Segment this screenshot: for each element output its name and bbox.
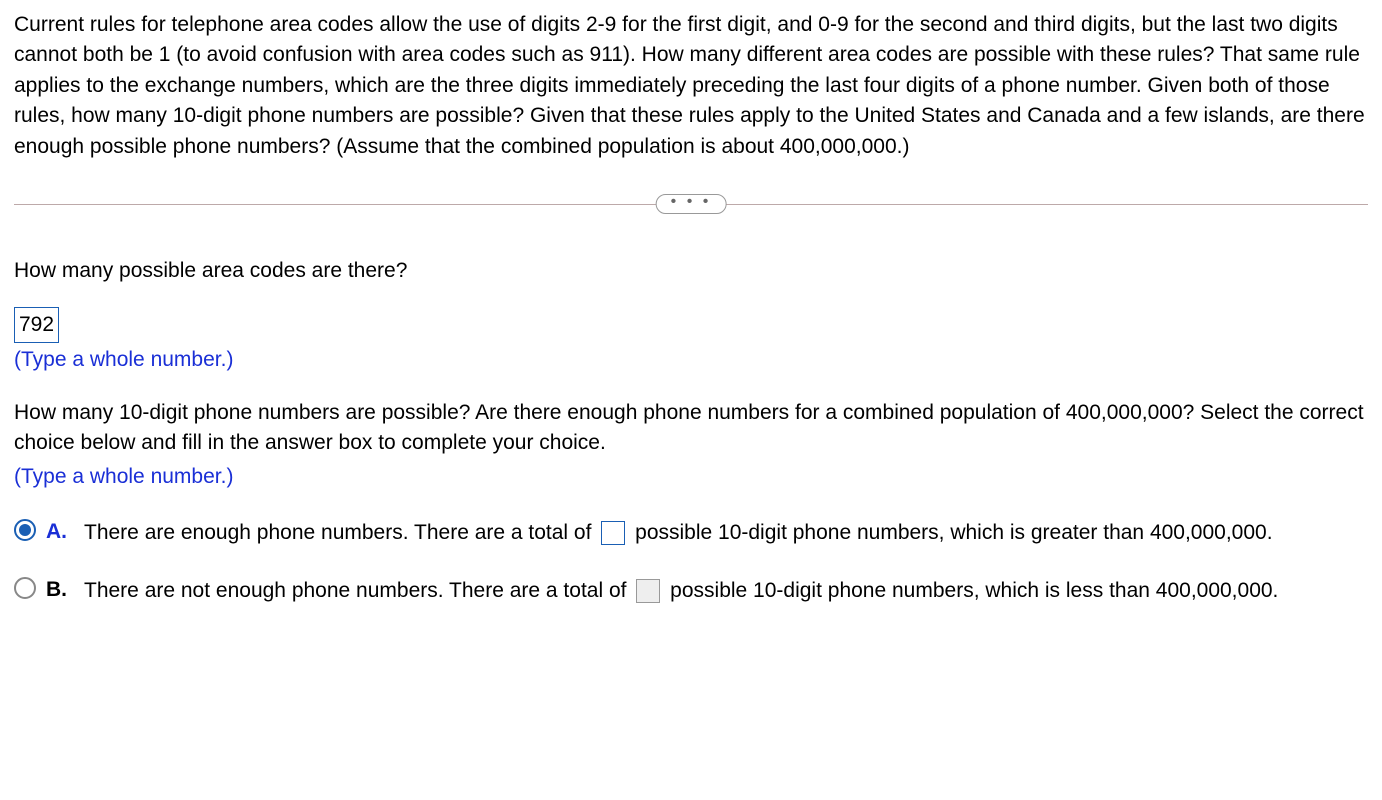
choice-a-radio[interactable] bbox=[14, 519, 36, 541]
question-2-prompt: How many 10-digit phone numbers are poss… bbox=[14, 398, 1368, 459]
choice-a-text-post: possible 10-digit phone numbers, which i… bbox=[635, 521, 1272, 544]
choice-b-text-post: possible 10-digit phone numbers, which i… bbox=[670, 579, 1278, 602]
choice-b-fill-input[interactable] bbox=[636, 579, 660, 603]
choice-a-label: A. bbox=[46, 517, 72, 547]
choice-a-row: A. There are enough phone numbers. There… bbox=[14, 515, 1368, 551]
choice-b-text: There are not enough phone numbers. Ther… bbox=[84, 573, 1368, 609]
choice-b-row: B. There are not enough phone numbers. T… bbox=[14, 573, 1368, 609]
radio-selected-dot bbox=[19, 524, 31, 536]
question-2-hint: (Type a whole number.) bbox=[14, 462, 1368, 492]
choice-a-text: There are enough phone numbers. There ar… bbox=[84, 515, 1368, 551]
choice-b-text-pre: There are not enough phone numbers. Ther… bbox=[84, 579, 626, 602]
choice-b-radio[interactable] bbox=[14, 577, 36, 599]
problem-statement: Current rules for telephone area codes a… bbox=[14, 10, 1368, 162]
section-divider: • • • bbox=[14, 192, 1368, 216]
choice-a-fill-input[interactable] bbox=[601, 521, 625, 545]
ellipsis-button[interactable]: • • • bbox=[656, 194, 727, 214]
question-1-prompt: How many possible area codes are there? bbox=[14, 256, 1368, 286]
question-1-hint: (Type a whole number.) bbox=[14, 345, 1368, 375]
area-code-answer-input[interactable]: 792 bbox=[14, 307, 59, 343]
choice-a-text-pre: There are enough phone numbers. There ar… bbox=[84, 521, 591, 544]
choice-b-label: B. bbox=[46, 575, 72, 605]
multiple-choice-group: A. There are enough phone numbers. There… bbox=[14, 515, 1368, 608]
